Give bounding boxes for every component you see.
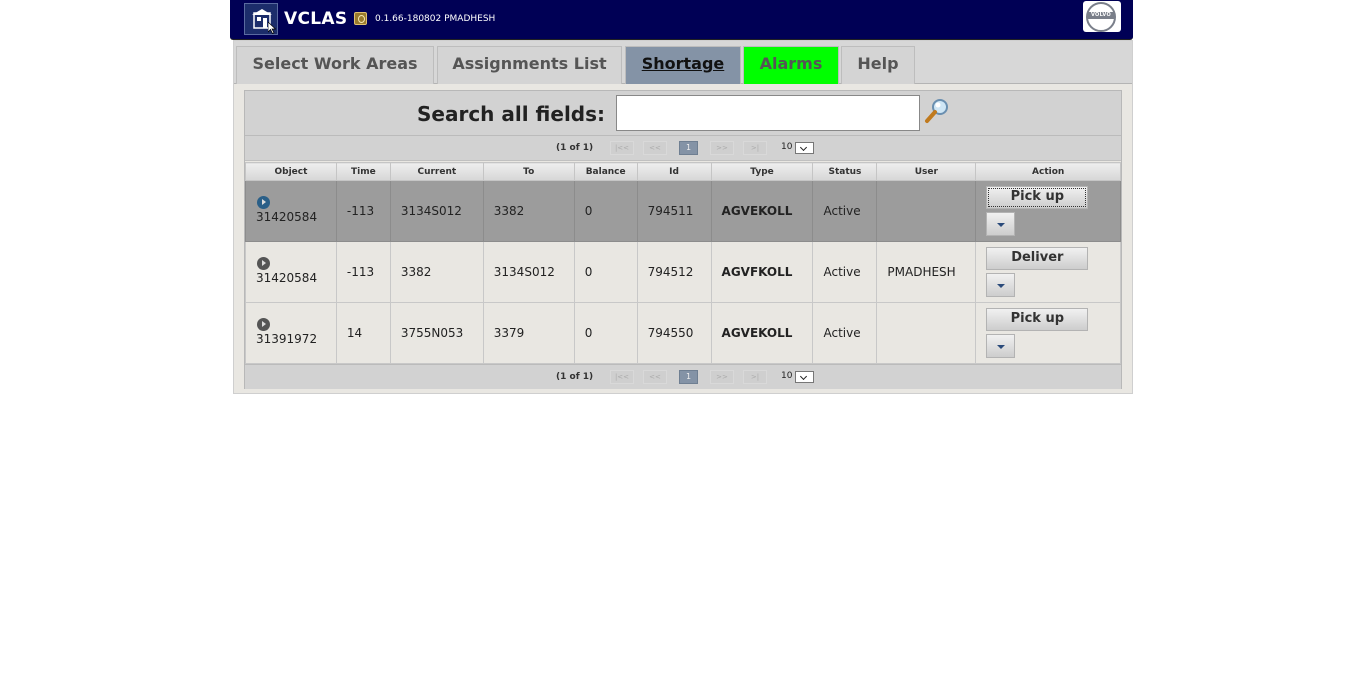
cell-action: Pick up [975,302,1121,364]
prev-page-button[interactable]: << [643,141,667,155]
tab-select-work-areas[interactable]: Select Work Areas [236,46,434,84]
mouse-cursor-icon [268,22,276,34]
tab-shortage[interactable]: Shortage [625,46,741,84]
search-input[interactable] [616,95,920,131]
action-dropdown-button[interactable] [986,212,1016,236]
rows-per-page-select[interactable] [795,142,814,154]
search-icon[interactable] [923,97,951,125]
last-page-button[interactable]: >| [743,141,767,155]
rows-per-page-select[interactable] [795,371,814,383]
cell-type: AGVFKOLL [710,241,814,303]
column-header-object[interactable]: Object [245,162,337,181]
paginator-top: (1 of 1) |<< << 1 >> >| 10 [245,136,1121,161]
cell-action: Deliver [975,241,1121,303]
logo-text: VOLVO [1087,12,1115,19]
expand-row-icon[interactable] [257,196,270,209]
column-header-time[interactable]: Time [335,162,391,181]
next-page-button[interactable]: >> [710,141,734,155]
object-value: 31420584 [256,210,318,224]
info-icon[interactable] [354,12,367,25]
pager-info: (1 of 1) [556,372,594,382]
tab-help[interactable]: Help [841,46,915,84]
main-panel: Select Work Areas Assignments List Short… [233,40,1133,394]
version-info: 0.1.66-180802 PMADHESH [375,14,496,24]
cell-type: AGVEKOLL [710,302,814,364]
object-value: 31420584 [256,271,318,285]
cell-id: 794511 [636,180,712,242]
cell-user: PMADHESH [876,241,977,303]
volvo-logo: VOLVO [1083,1,1121,32]
action-dropdown-button[interactable] [986,334,1016,358]
cell-current: 3382 [389,241,484,303]
cell-type: AGVEKOLL [710,180,814,242]
tab-assignments-list[interactable]: Assignments List [437,46,622,84]
column-header-to[interactable]: To [482,162,575,181]
pick-up-button[interactable]: Pick up [986,186,1089,209]
column-header-action[interactable]: Action [975,162,1121,181]
cell-id: 794550 [636,302,712,364]
table-row[interactable]: 31420584 -113 3134S012 3382 0 794511 AGV… [245,180,1121,242]
cell-to: 3379 [482,302,575,364]
cell-balance: 0 [573,302,638,364]
app-window: VCLAS 0.1.66-180802 PMADHESH VOLVO Selec… [229,0,1133,394]
cell-time: 14 [335,302,391,364]
next-page-button[interactable]: >> [710,370,734,384]
expand-row-icon[interactable] [257,257,270,270]
last-page-button[interactable]: >| [743,370,767,384]
rows-per-page-value: 10 [781,142,793,152]
cell-status: Active [812,302,878,364]
cell-status: Active [812,180,878,242]
tab-bar: Select Work Areas Assignments List Short… [234,41,1132,84]
prev-page-button[interactable]: << [643,370,667,384]
cell-action: Pick up [975,180,1121,242]
cell-object: 31420584 [245,180,337,242]
cell-time: -113 [335,180,391,242]
paginator-bottom: (1 of 1) |<< << 1 >> >| 10 [245,364,1121,389]
column-header-status[interactable]: Status [812,162,878,181]
column-header-id[interactable]: Id [636,162,712,181]
cell-object: 31391972 [245,302,337,364]
column-header-current[interactable]: Current [389,162,484,181]
app-title: VCLAS [284,9,348,29]
cell-balance: 0 [573,241,638,303]
search-label: Search all fields: [417,102,606,126]
cell-user [876,180,977,242]
cell-to: 3382 [482,180,575,242]
column-header-user[interactable]: User [876,162,977,181]
cell-current: 3134S012 [389,180,484,242]
rows-per-page-value: 10 [781,371,793,381]
cell-id: 794512 [636,241,712,303]
action-dropdown-button[interactable] [986,273,1016,297]
column-header-type[interactable]: Type [710,162,814,181]
deliver-button[interactable]: Deliver [986,247,1089,270]
expand-row-icon[interactable] [257,318,270,331]
pager-info: (1 of 1) [556,143,594,153]
table-row[interactable]: 31420584 -113 3382 3134S012 0 794512 AGV… [245,241,1121,303]
cell-status: Active [812,241,878,303]
shortage-grid: Search all fields: (1 of 1) |<< << 1 >> … [244,90,1122,389]
first-page-button[interactable]: |<< [610,370,634,384]
object-value: 31391972 [256,332,318,346]
column-header-balance[interactable]: Balance [573,162,638,181]
page-1-button[interactable]: 1 [679,370,698,384]
search-bar: Search all fields: [245,91,1121,136]
cell-time: -113 [335,241,391,303]
first-page-button[interactable]: |<< [610,141,634,155]
cell-to: 3134S012 [482,241,575,303]
table-row[interactable]: 31391972 14 3755N053 3379 0 794550 AGVEK… [245,302,1121,364]
shortage-table: Object Time Current To Balance Id Type S… [245,162,1121,364]
tab-alarms[interactable]: Alarms [743,46,839,84]
cell-object: 31420584 [245,241,337,303]
pick-up-button[interactable]: Pick up [986,308,1089,331]
page-1-button[interactable]: 1 [679,141,698,155]
cell-current: 3755N053 [389,302,484,364]
cell-balance: 0 [573,180,638,242]
app-header: VCLAS 0.1.66-180802 PMADHESH VOLVO [230,0,1133,40]
cell-user [876,302,977,364]
table-header-row: Object Time Current To Balance Id Type S… [245,162,1121,181]
